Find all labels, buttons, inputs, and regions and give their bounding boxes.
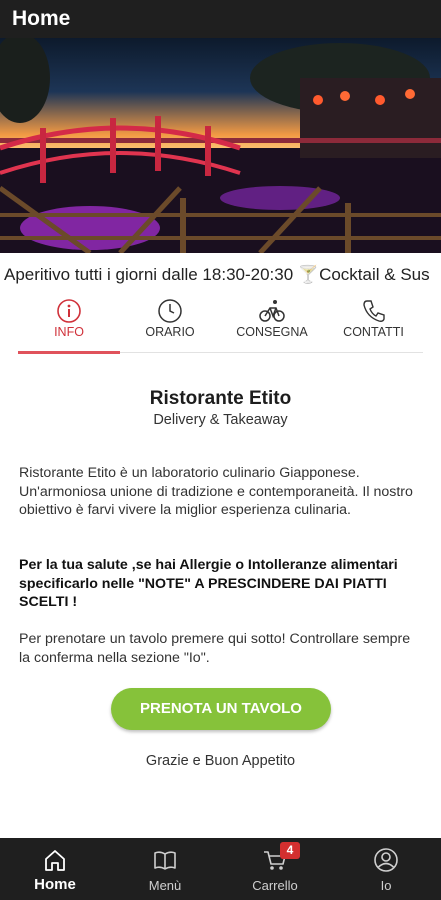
restaurant-name: Ristorante Etito — [149, 388, 292, 409]
nav-menu-label: Menù — [148, 878, 182, 893]
book-icon — [154, 851, 176, 870]
clock-icon — [158, 299, 182, 323]
page-title: Home — [12, 7, 71, 30]
allergy-notice: Per la tua salute ,se hai Allergie o Int… — [19, 557, 398, 610]
nav-home-label: Home — [34, 876, 76, 893]
tab-contatti-label: CONTATTI — [343, 325, 404, 339]
ticker-text: Aperitivo tutti i giorni dalle 18:30-20:… — [4, 265, 430, 284]
tab-info-label: INFO — [54, 325, 84, 339]
hero-illustration — [0, 38, 441, 253]
bottom-navigation: Home Menù 4 Carrello Io — [0, 838, 441, 900]
phone-icon — [362, 300, 385, 322]
tab-info[interactable]: INFO — [18, 296, 120, 352]
info-tabs: INFO ORARIO CONSEGNA CONTATTI — [18, 296, 423, 354]
user-icon — [374, 848, 398, 872]
restaurant-hero-image — [0, 38, 441, 253]
cart-count-badge: 4 — [280, 842, 300, 859]
bicycle-icon — [259, 300, 285, 322]
nav-profile[interactable]: Io — [331, 838, 441, 900]
nav-cart-label: Carrello — [252, 878, 298, 893]
nav-home[interactable]: Home — [0, 838, 110, 900]
tab-contatti[interactable]: CONTATTI — [324, 296, 423, 352]
tab-orario-label: ORARIO — [145, 325, 195, 339]
description-paragraph: Ristorante Etito è un laboratorio culina… — [19, 465, 413, 518]
nav-menu[interactable]: Menù — [110, 838, 220, 900]
info-icon — [57, 299, 81, 323]
restaurant-subtitle: Delivery & Takeaway — [153, 412, 288, 428]
home-icon — [45, 850, 65, 871]
thanks-message: Grazie e Buon Appetito — [145, 753, 296, 769]
tab-consegna[interactable]: CONSEGNA — [220, 296, 324, 352]
tab-consegna-label: CONSEGNA — [236, 325, 308, 339]
announcement-ticker: Aperitivo tutti i giorni dalle 18:30-20:… — [0, 263, 441, 289]
active-tab-indicator — [18, 351, 120, 354]
nav-cart[interactable]: 4 Carrello — [220, 838, 330, 900]
tab-orario[interactable]: ORARIO — [120, 296, 220, 352]
top-app-bar: Home — [0, 0, 441, 38]
book-table-button[interactable]: PRENOTA UN TAVOLO — [111, 688, 331, 730]
nav-profile-label: Io — [380, 878, 392, 893]
booking-instructions: Per prenotare un tavolo premere qui sott… — [19, 631, 411, 666]
